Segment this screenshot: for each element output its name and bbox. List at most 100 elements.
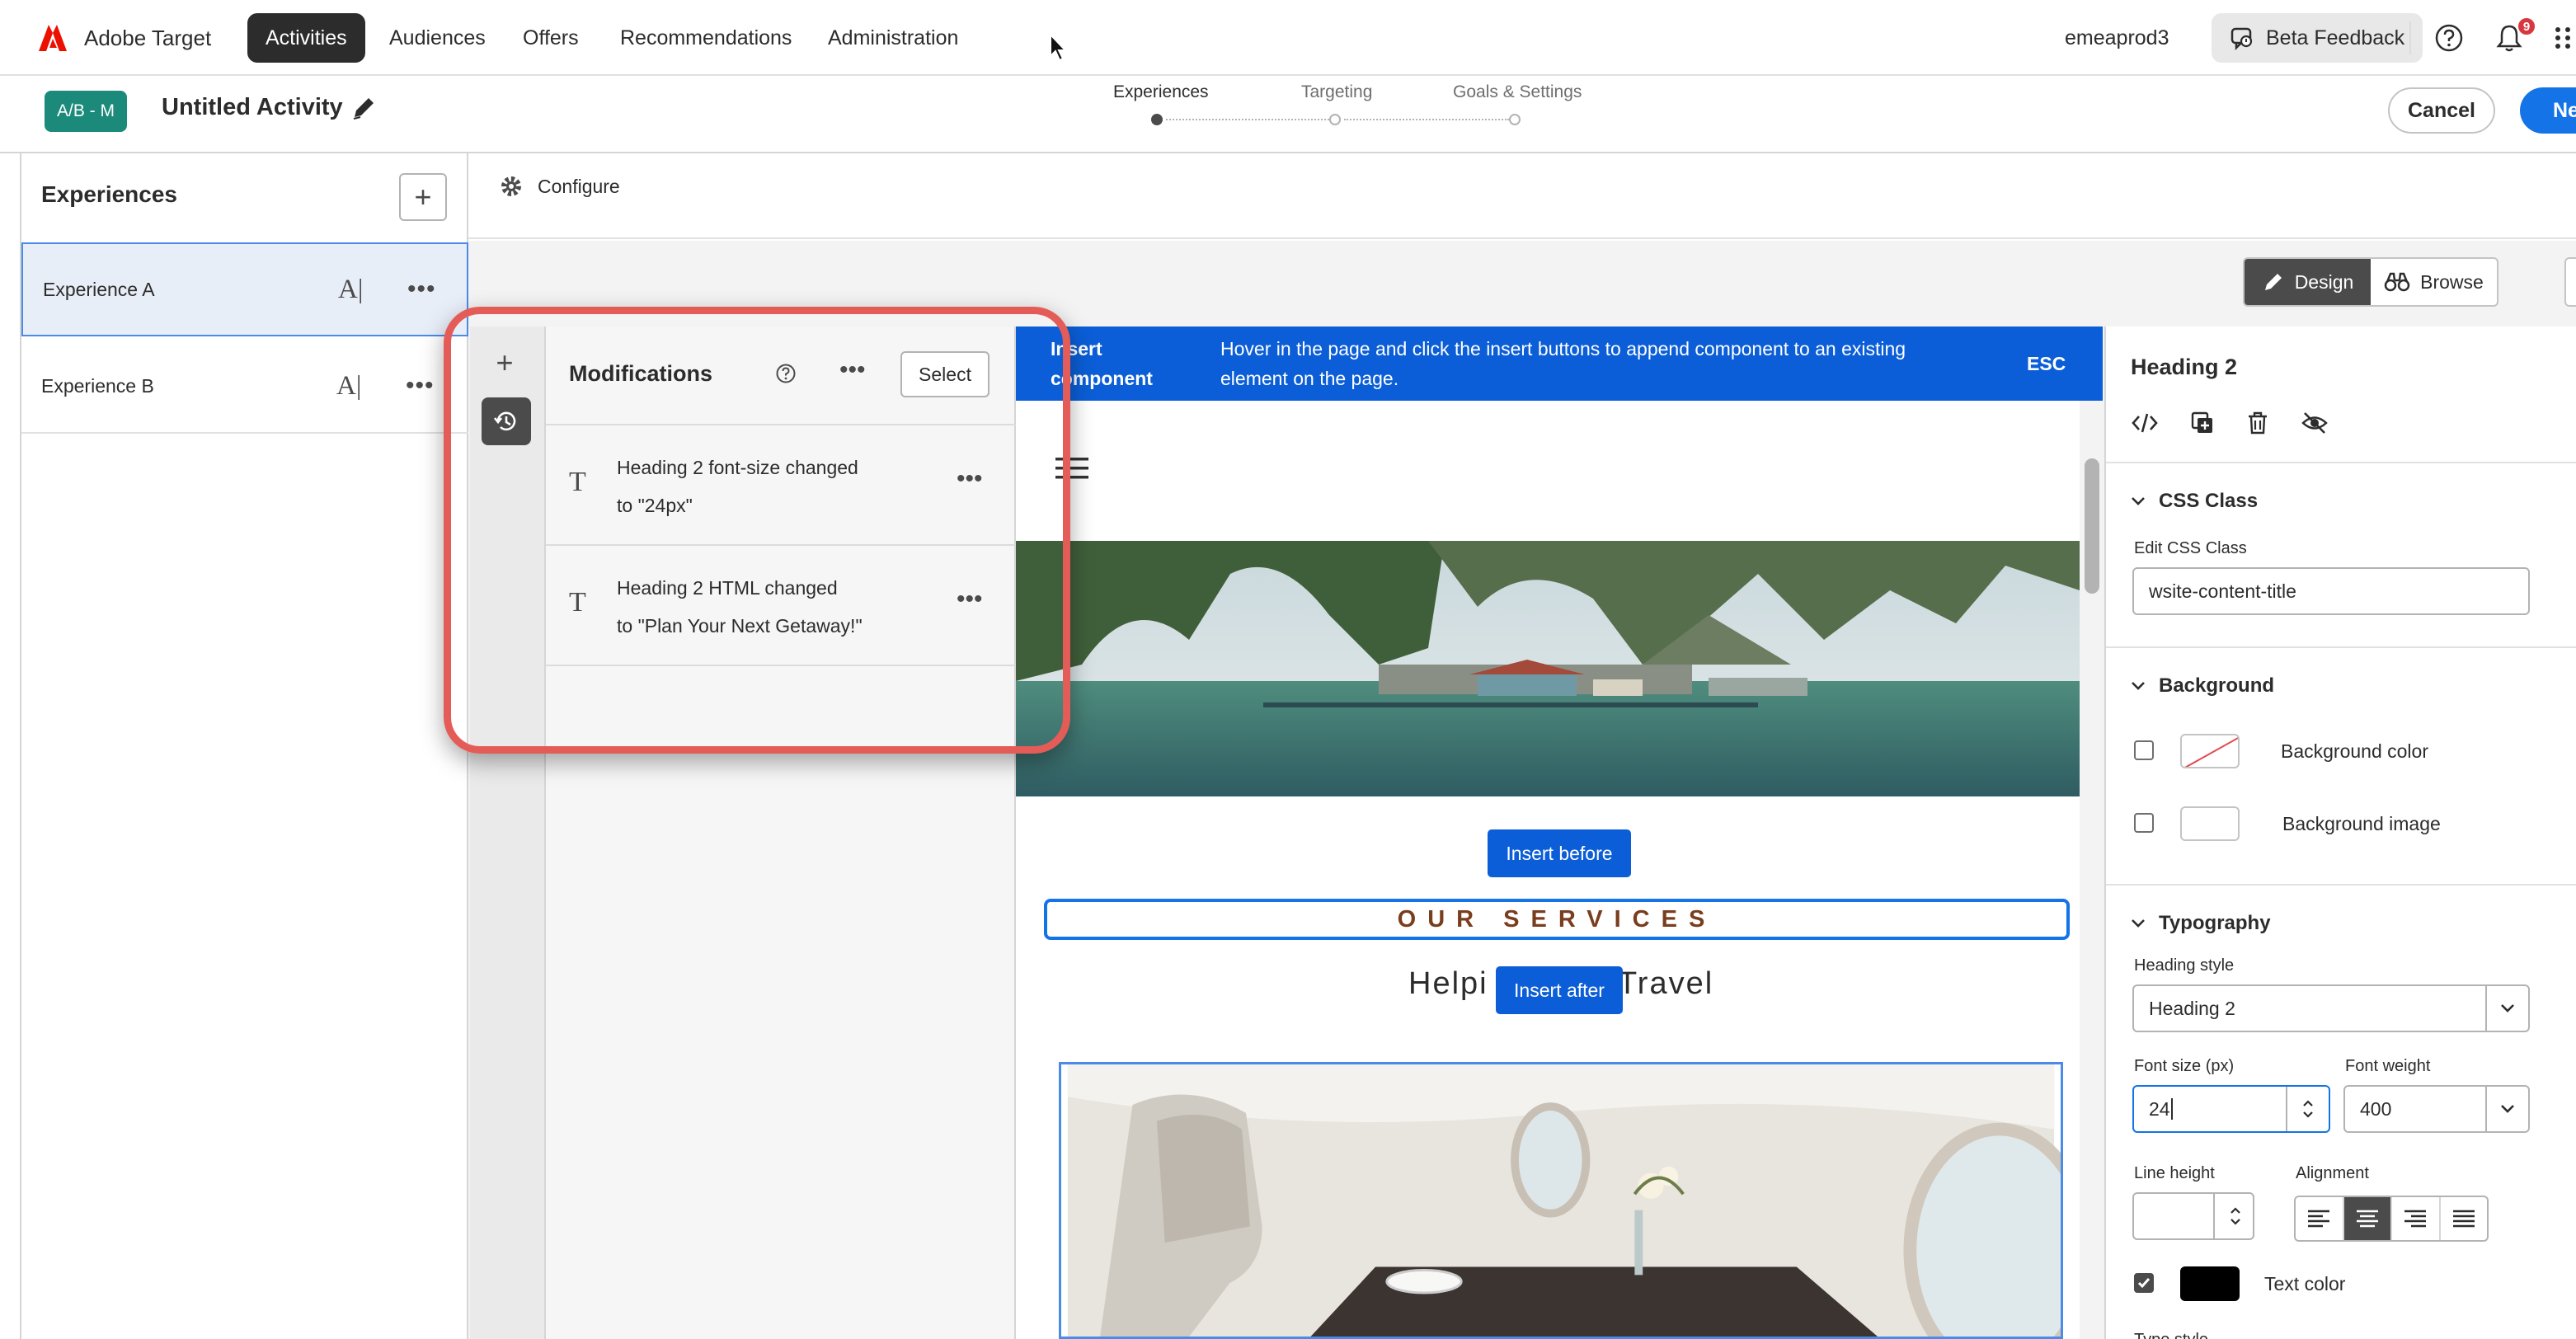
next-button[interactable]: Ne xyxy=(2520,87,2576,134)
apps-grid-icon[interactable] xyxy=(2553,13,2576,63)
cancel-button[interactable]: Cancel xyxy=(2388,87,2495,134)
banner-description: element on the page. xyxy=(1220,368,1399,389)
beta-feedback-button[interactable]: Beta Feedback xyxy=(2212,13,2423,63)
step-experiences[interactable]: Experiences xyxy=(1113,82,1209,102)
line-height-stepper[interactable] xyxy=(2213,1194,2256,1238)
modification-item[interactable]: T Heading 2 font-size changed to "24px" … xyxy=(546,425,1016,546)
ai-text-icon[interactable]: A| xyxy=(336,371,361,402)
background-color-swatch[interactable] xyxy=(2180,734,2240,768)
chevron-down-icon xyxy=(2132,919,2145,928)
hero-image-bay[interactable] xyxy=(1016,541,2080,796)
configure-button[interactable]: Configure xyxy=(498,173,620,200)
type-style-label: Type style xyxy=(2134,1331,2208,1339)
chevron-up-icon[interactable] xyxy=(2301,1099,2315,1107)
tool-strip xyxy=(470,327,546,1339)
design-mode-button[interactable]: Design xyxy=(2245,259,2371,305)
alignment-label: Alignment xyxy=(2296,1164,2369,1182)
code-icon[interactable] xyxy=(2131,411,2159,435)
chevron-down-icon xyxy=(2485,986,2528,1031)
line-height-input[interactable] xyxy=(2132,1192,2254,1240)
experiences-title: Experiences xyxy=(41,181,177,207)
background-image-label: Background image xyxy=(2282,813,2441,834)
alignment-group xyxy=(2294,1196,2489,1242)
more-options-icon[interactable]: ••• xyxy=(957,585,983,613)
duplicate-icon[interactable] xyxy=(2190,411,2215,435)
help-icon[interactable] xyxy=(2434,13,2464,63)
more-options-icon[interactable]: ••• xyxy=(957,465,983,493)
experience-item[interactable]: Experience B A| ••• xyxy=(21,340,468,434)
chevron-up-icon[interactable] xyxy=(2229,1206,2242,1214)
add-experience-button[interactable]: + xyxy=(399,173,447,221)
font-weight-select[interactable]: 400 xyxy=(2343,1085,2530,1133)
more-options-icon[interactable]: ••• xyxy=(839,356,866,384)
edit-pencil-icon[interactable] xyxy=(350,94,378,126)
nav-offers[interactable]: Offers xyxy=(505,13,597,63)
brand[interactable]: Adobe Target xyxy=(36,21,211,54)
select-button[interactable]: Select xyxy=(900,351,990,397)
insert-before-button[interactable]: Insert before xyxy=(1488,829,1631,877)
jet-interior-image[interactable] xyxy=(1059,1062,2063,1339)
activity-header: A/B - M Untitled Activity Experiences Ta… xyxy=(0,76,2576,153)
scrollbar-thumb[interactable] xyxy=(2085,458,2099,594)
experience-item[interactable]: Experience A A| ••• xyxy=(21,242,468,336)
background-section-toggle[interactable]: Background xyxy=(2131,674,2274,698)
more-options-icon[interactable]: ••• xyxy=(407,275,436,303)
align-justify-icon[interactable] xyxy=(2441,1197,2488,1240)
align-left-icon[interactable] xyxy=(2296,1197,2344,1240)
heading-style-label: Heading style xyxy=(2134,956,2235,975)
panel-toggle-button[interactable] xyxy=(2564,257,2576,307)
step-targeting[interactable]: Targeting xyxy=(1301,82,1372,102)
align-right-icon[interactable] xyxy=(2392,1197,2441,1240)
modifications-title: Modifications xyxy=(569,361,712,386)
help-circle-icon[interactable] xyxy=(775,363,797,388)
modification-history-icon[interactable] xyxy=(482,397,531,445)
insert-component-banner: Insert component Hover in the page and c… xyxy=(1016,327,2103,401)
element-actions xyxy=(2131,411,2329,435)
escape-button[interactable]: ESC xyxy=(2027,353,2066,375)
background-heading: Background xyxy=(2159,674,2275,697)
nav-audiences[interactable]: Audiences xyxy=(371,13,504,63)
nav-activities[interactable]: Activities xyxy=(247,13,365,63)
css-class-section-toggle[interactable]: CSS Class xyxy=(2131,490,2258,513)
chevron-down-icon[interactable] xyxy=(2229,1218,2242,1226)
modification-item[interactable]: T Heading 2 HTML changed to "Plan Your N… xyxy=(546,546,1016,666)
modifications-panel: Modifications ••• Select T Heading 2 fon… xyxy=(546,327,1016,1339)
font-size-value: 24 xyxy=(2149,1097,2170,1120)
text-color-checkbox[interactable] xyxy=(2134,1273,2154,1293)
nav-recommendations[interactable]: Recommendations xyxy=(602,13,810,63)
section-divider xyxy=(2106,462,2576,463)
font-size-stepper[interactable] xyxy=(2286,1087,2329,1131)
org-switcher[interactable]: emeaprod3 xyxy=(2065,13,2169,63)
brand-name: Adobe Target xyxy=(84,25,212,50)
heading-style-select[interactable]: Heading 2 xyxy=(2132,984,2530,1032)
insert-after-button[interactable]: Insert after xyxy=(1496,966,1623,1014)
browse-label: Browse xyxy=(2420,270,2484,293)
ai-text-icon[interactable]: A| xyxy=(338,275,363,305)
subheading-text: Helpi xyxy=(1408,966,1488,1001)
step-goals-settings[interactable]: Goals & Settings xyxy=(1453,82,1582,102)
hamburger-menu-icon[interactable] xyxy=(1055,455,1088,482)
services-heading[interactable]: OUR SERVICES xyxy=(1044,899,2070,940)
typography-section-toggle[interactable]: Typography xyxy=(2131,912,2271,935)
chevron-down-icon[interactable] xyxy=(2301,1111,2315,1119)
add-component-icon[interactable]: + xyxy=(487,345,523,381)
chevron-down-icon xyxy=(2132,497,2145,505)
align-center-icon[interactable] xyxy=(2343,1197,2392,1240)
background-color-checkbox[interactable] xyxy=(2134,740,2154,760)
modification-description: Heading 2 font-size changed xyxy=(617,457,858,478)
activity-title[interactable]: Untitled Activity xyxy=(162,94,343,121)
notification-badge: 9 xyxy=(2517,16,2536,36)
font-size-input[interactable]: 24 xyxy=(2132,1085,2330,1133)
hide-visibility-icon[interactable] xyxy=(2301,411,2329,435)
browse-mode-button[interactable]: Browse xyxy=(2371,259,2497,305)
background-image-checkbox[interactable] xyxy=(2134,813,2154,833)
chevron-down-icon xyxy=(2132,682,2145,690)
nav-administration[interactable]: Administration xyxy=(810,13,976,63)
design-label: Design xyxy=(2294,270,2354,293)
css-class-input[interactable]: wsite-content-title xyxy=(2132,567,2530,615)
modification-value: to "24px" xyxy=(617,495,693,516)
background-image-swatch[interactable] xyxy=(2180,806,2240,841)
text-color-swatch[interactable] xyxy=(2180,1266,2240,1301)
delete-trash-icon[interactable] xyxy=(2246,411,2269,435)
more-options-icon[interactable]: ••• xyxy=(406,372,435,400)
